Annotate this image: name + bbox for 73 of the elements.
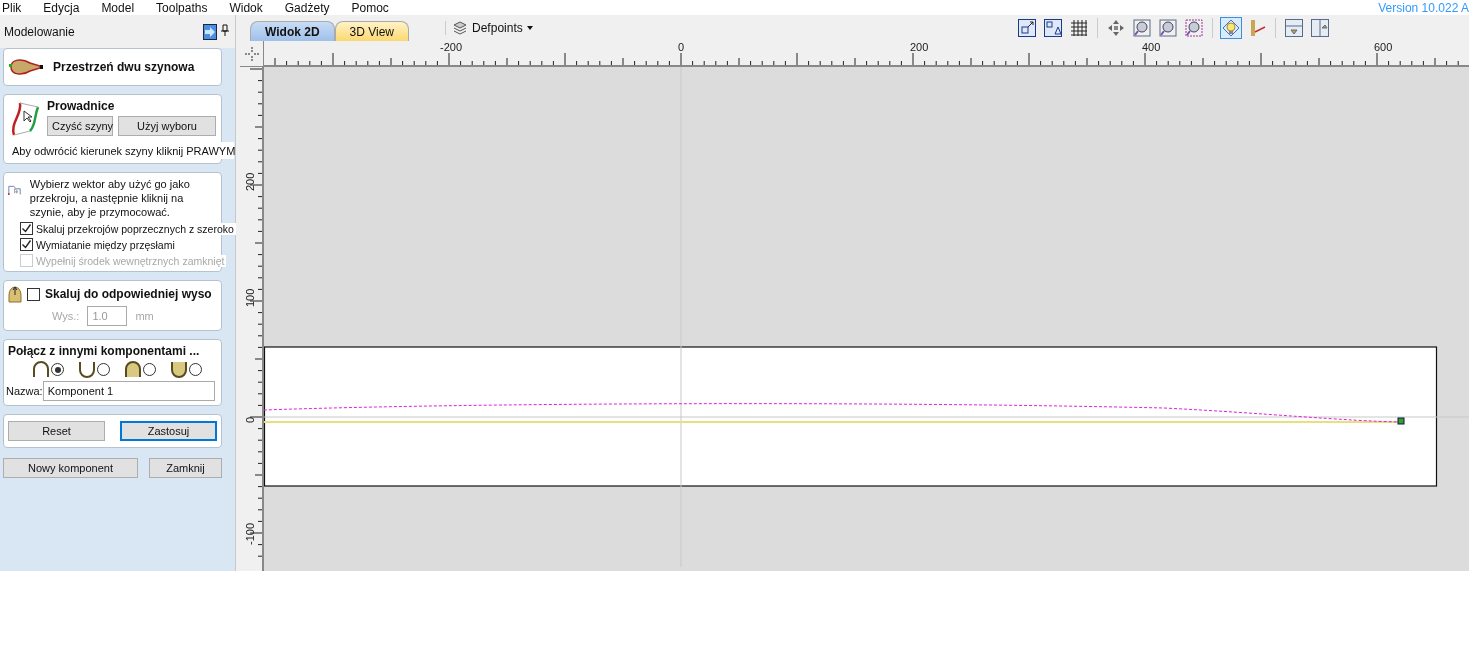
unit-label: mm bbox=[135, 310, 154, 322]
toolbar-button[interactable] bbox=[1309, 17, 1331, 39]
ruler-label: 100 bbox=[244, 288, 256, 307]
section-title: Połącz z innymi komponentami ... bbox=[8, 344, 201, 358]
action-button[interactable]: Zastosuj bbox=[120, 421, 217, 441]
view-tab[interactable]: 3D View bbox=[334, 21, 410, 41]
crosshair-icon[interactable] bbox=[244, 46, 259, 61]
toolbar-button[interactable] bbox=[1131, 17, 1153, 39]
height-icon bbox=[8, 285, 22, 303]
ruler-label: 400 bbox=[1142, 41, 1161, 53]
layers-icon bbox=[452, 21, 469, 35]
height-label: Wys.: bbox=[52, 310, 80, 322]
toolbar-button[interactable] bbox=[1220, 17, 1242, 39]
ruler-label: 0 bbox=[244, 416, 256, 423]
menu-item[interactable]: Edycja bbox=[43, 0, 80, 16]
zoom-in-icon bbox=[1133, 19, 1151, 37]
toolbar-button[interactable] bbox=[1016, 17, 1038, 39]
dock-icon[interactable] bbox=[203, 23, 217, 40]
scale-label: Skaluj do odpowiedniej wyso bbox=[45, 287, 212, 301]
radio-button[interactable] bbox=[97, 363, 110, 376]
checkbox[interactable] bbox=[20, 238, 33, 251]
version-label: Version 10.022 A bbox=[1378, 0, 1469, 16]
menu-item[interactable]: Gadżety bbox=[284, 0, 330, 16]
ruler-icon bbox=[1248, 19, 1266, 37]
toolbar-button[interactable] bbox=[1183, 17, 1205, 39]
zoom-fit-icon bbox=[1159, 19, 1177, 37]
toolbar-button[interactable] bbox=[1157, 17, 1179, 39]
option-label: Wypełnij środek wewnętrznych zamknięt bbox=[36, 254, 227, 267]
toolbar-button[interactable] bbox=[1283, 17, 1305, 39]
name-label: Nazwa: bbox=[6, 385, 43, 397]
footer-button[interactable]: Nowy komponent bbox=[3, 458, 138, 478]
ruler-label: -100 bbox=[244, 522, 256, 545]
option-label: Wymiatanie między przęsłami bbox=[36, 238, 177, 251]
checkbox[interactable] bbox=[27, 287, 40, 301]
rail-button[interactable]: Czyść szyny bbox=[47, 116, 113, 136]
view-tab[interactable]: Widok 2D bbox=[250, 21, 335, 41]
footer-button[interactable]: Zamknij bbox=[149, 458, 222, 478]
ruler-label: 200 bbox=[910, 41, 929, 53]
grid-icon bbox=[1070, 19, 1088, 37]
zoom-selection-icon bbox=[1185, 19, 1203, 37]
menu-item[interactable]: Toolpaths bbox=[156, 0, 208, 16]
lightbulb-icon bbox=[1222, 19, 1240, 37]
menu-item[interactable]: Plik bbox=[2, 0, 22, 16]
ruler-label: -200 bbox=[440, 41, 463, 53]
layer-dropdown[interactable]: Defpoints bbox=[445, 21, 539, 35]
checkbox[interactable] bbox=[20, 222, 33, 235]
action-button[interactable]: Reset bbox=[8, 421, 105, 441]
toolbar-button[interactable] bbox=[1042, 17, 1064, 39]
menu-item[interactable]: Widok bbox=[229, 0, 263, 16]
move-icon bbox=[1107, 19, 1125, 37]
option-label: Skaluj przekrojów poprzecznych z szeroko bbox=[36, 222, 236, 235]
radio-button[interactable] bbox=[51, 363, 64, 376]
resize-icon bbox=[1018, 19, 1036, 37]
rail-button[interactable]: Użyj wyboru bbox=[118, 116, 216, 136]
ruler-label: 0 bbox=[678, 41, 685, 53]
ruler-label: 200 bbox=[244, 172, 256, 191]
end-point-handle[interactable] bbox=[1397, 417, 1405, 425]
layout-icon bbox=[1311, 19, 1329, 37]
section-title: Prowadnice bbox=[47, 99, 116, 113]
menu-item[interactable]: Pomoc bbox=[351, 0, 389, 16]
radio-button[interactable] bbox=[189, 363, 202, 376]
panel-title: Modelowanie bbox=[4, 24, 75, 39]
caret-icon bbox=[526, 26, 533, 30]
toolbar-button[interactable] bbox=[1068, 17, 1090, 39]
ruler-label: 600 bbox=[1374, 41, 1393, 53]
pin-icon[interactable] bbox=[221, 23, 229, 36]
panel-header: Przestrzeń dwu szynowa bbox=[53, 60, 195, 74]
instruction-text: Wybierz wektor aby użyć go jako przekroju, a następnie kliknij na szynie, aby je przymocować. bbox=[29, 177, 191, 219]
layout-icon bbox=[1285, 19, 1303, 37]
radio-button[interactable] bbox=[143, 363, 156, 376]
snap-icon bbox=[1044, 19, 1062, 37]
name-field[interactable]: Komponent 1 bbox=[42, 381, 215, 401]
menu-item[interactable]: Model bbox=[101, 0, 135, 16]
